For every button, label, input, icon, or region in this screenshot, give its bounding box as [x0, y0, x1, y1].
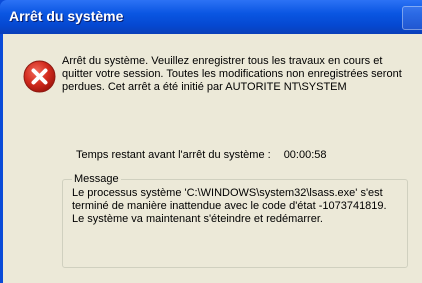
shutdown-message: Arrêt du système. Veuillez enregistrer t…: [62, 55, 402, 93]
title-bar[interactable]: Arrêt du système: [0, 0, 422, 34]
window-title: Arrêt du système: [9, 8, 124, 24]
message-group-title: Message: [74, 173, 119, 185]
close-button-disabled: [402, 6, 422, 30]
dialog-body: Arrêt du système. Veuillez enregistrer t…: [3, 34, 422, 283]
countdown-row: Temps restant avant l'arrêt du système :…: [76, 149, 327, 161]
shutdown-dialog-window: Arrêt du système Arrêt du système. Veuil…: [0, 0, 422, 283]
message-group-text: Le processus système 'C:\WINDOWS\system3…: [72, 187, 387, 225]
countdown-value: 00:00:58: [283, 149, 327, 161]
countdown-label: Temps restant avant l'arrêt du système :: [76, 149, 271, 161]
message-group: Message Le processus système 'C:\WINDOWS…: [62, 173, 408, 268]
error-icon: [23, 60, 56, 93]
